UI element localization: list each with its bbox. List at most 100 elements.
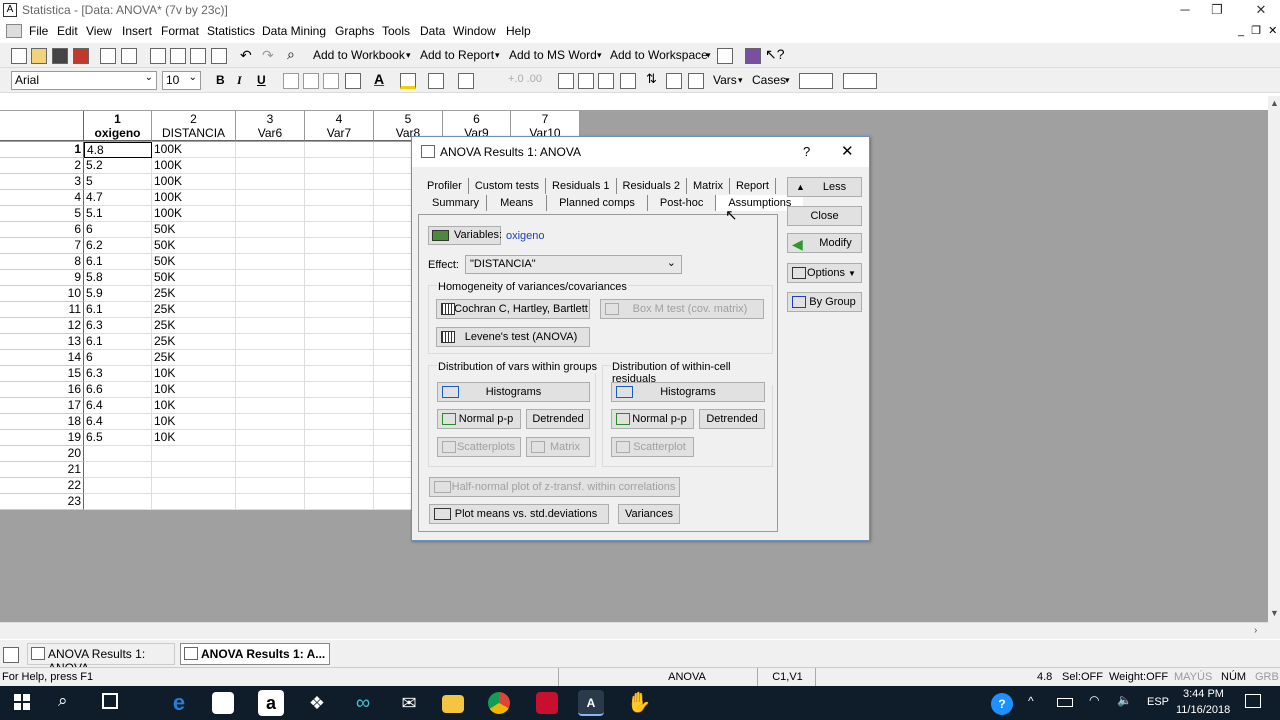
- fill-color-icon[interactable]: [400, 73, 416, 89]
- table-cell[interactable]: [236, 494, 305, 510]
- volume-icon[interactable]: 🔈: [1117, 693, 1132, 707]
- less-button[interactable]: ▲ Less: [787, 177, 862, 197]
- table-cell[interactable]: 5.2: [84, 158, 152, 174]
- row-header[interactable]: 2: [0, 158, 84, 174]
- chevron-down-icon[interactable]: ▾: [406, 50, 411, 61]
- chevron-down-icon[interactable]: ▾: [597, 50, 602, 61]
- table-cell[interactable]: 10K: [152, 366, 236, 382]
- border-icon[interactable]: [428, 73, 444, 89]
- chevron-up-icon[interactable]: ^: [1028, 694, 1034, 708]
- amazon-icon[interactable]: a: [258, 690, 284, 716]
- tab-residuals-2[interactable]: Residuals 2: [617, 178, 687, 194]
- pdf-icon[interactable]: [73, 48, 89, 64]
- clock-time[interactable]: 3:44 PM: [1183, 688, 1224, 700]
- battery-icon[interactable]: [1057, 698, 1073, 707]
- wifi-icon[interactable]: ◠: [1089, 693, 1099, 707]
- table-cell[interactable]: 6.1: [84, 254, 152, 270]
- print-icon[interactable]: [100, 48, 116, 64]
- row-header[interactable]: 8: [0, 254, 84, 270]
- table-cell[interactable]: 6.1: [84, 302, 152, 318]
- menu-format[interactable]: Format: [161, 24, 199, 38]
- undo-icon[interactable]: ↶: [240, 47, 252, 64]
- column-header-1[interactable]: 1 oxigeno: [84, 111, 152, 141]
- table-cell[interactable]: [305, 414, 374, 430]
- table-cell[interactable]: 6: [84, 222, 152, 238]
- table-cell[interactable]: [236, 158, 305, 174]
- table-cell[interactable]: 50K: [152, 222, 236, 238]
- table-cell[interactable]: [305, 318, 374, 334]
- chrome-icon[interactable]: [488, 692, 510, 714]
- sort-icon[interactable]: ⇅: [646, 71, 657, 87]
- row-header[interactable]: 20: [0, 446, 84, 462]
- corner-cell[interactable]: [0, 111, 84, 141]
- table-cell[interactable]: 25K: [152, 350, 236, 366]
- language-indicator[interactable]: ESP: [1147, 696, 1169, 708]
- window-tab-1[interactable]: ANOVA Results 1: ANOVA: [27, 643, 175, 675]
- table-cell[interactable]: [236, 478, 305, 494]
- table-cell[interactable]: 5.8: [84, 270, 152, 286]
- table-cell[interactable]: [305, 254, 374, 270]
- grid-select-icon[interactable]: [799, 73, 833, 89]
- table-cell[interactable]: 50K: [152, 270, 236, 286]
- table-cell[interactable]: 6.1: [84, 334, 152, 350]
- table-cell[interactable]: [305, 462, 374, 478]
- new-icon[interactable]: [11, 48, 27, 64]
- table-cell[interactable]: 5.1: [84, 206, 152, 222]
- row-header[interactable]: 13: [0, 334, 84, 350]
- align-right-icon[interactable]: [323, 73, 339, 89]
- table-cell[interactable]: [305, 366, 374, 382]
- close-window-button[interactable]: ✕: [1238, 0, 1280, 21]
- stats-icon[interactable]: [558, 73, 574, 89]
- app-switch-icon[interactable]: [3, 647, 19, 663]
- column-header-2[interactable]: 2 DISTANCIA: [152, 111, 236, 141]
- table-cell[interactable]: 10K: [152, 398, 236, 414]
- table-cell[interactable]: [236, 398, 305, 414]
- var-map-icon[interactable]: [688, 73, 704, 89]
- var-spec-icon[interactable]: [666, 73, 682, 89]
- tab-post-hoc[interactable]: Post-hoc: [648, 195, 717, 211]
- detrended-residuals-button[interactable]: Detrended: [699, 409, 765, 429]
- table-cell[interactable]: 5.9: [84, 286, 152, 302]
- hand-icon[interactable]: ✋: [626, 690, 652, 716]
- tab-residuals-1[interactable]: Residuals 1: [546, 178, 617, 194]
- table-cell[interactable]: 6.6: [84, 382, 152, 398]
- table-cell[interactable]: 25K: [152, 302, 236, 318]
- dropbox-icon[interactable]: ❖: [304, 690, 330, 716]
- row-header[interactable]: 4: [0, 190, 84, 206]
- effect-select[interactable]: "DISTANCIA" ⌄: [465, 255, 682, 274]
- vertical-scrollbar[interactable]: ▲ ▼: [1268, 96, 1280, 639]
- chevron-down-icon[interactable]: ▾: [706, 50, 711, 61]
- italic-button[interactable]: I: [237, 73, 242, 88]
- normal-pp-groups-button[interactable]: Normal p-p: [437, 409, 521, 429]
- table-cell[interactable]: [305, 446, 374, 462]
- window-tab-2[interactable]: ANOVA Results 1: A...: [180, 643, 330, 665]
- variances-button[interactable]: Variances: [618, 504, 680, 524]
- menu-data-mining[interactable]: Data Mining: [262, 24, 326, 38]
- table-cell[interactable]: 50K: [152, 254, 236, 270]
- tag-icon[interactable]: [458, 73, 474, 89]
- menu-window[interactable]: Window: [453, 24, 496, 38]
- table-cell[interactable]: [236, 382, 305, 398]
- search-icon[interactable]: ⌕: [58, 691, 68, 711]
- table-cell[interactable]: [305, 190, 374, 206]
- chevron-down-icon[interactable]: ▾: [738, 75, 743, 86]
- windows-start-icon[interactable]: [14, 694, 30, 710]
- row-header[interactable]: 22: [0, 478, 84, 494]
- table-cell[interactable]: 6.4: [84, 414, 152, 430]
- tab-matrix[interactable]: Matrix: [687, 178, 730, 194]
- cut-icon[interactable]: [150, 48, 166, 64]
- row-header[interactable]: 17: [0, 398, 84, 414]
- table-cell[interactable]: [305, 158, 374, 174]
- table-cell[interactable]: [236, 238, 305, 254]
- table-cell[interactable]: [236, 142, 305, 158]
- lock-icon[interactable]: [620, 73, 636, 89]
- mdi-controls[interactable]: _ ❐ ✕: [1238, 24, 1279, 37]
- table-cell[interactable]: [305, 270, 374, 286]
- restore-button[interactable]: ❐: [1194, 0, 1240, 21]
- tab-custom-tests[interactable]: Custom tests: [469, 178, 547, 194]
- menu-edit[interactable]: Edit: [57, 24, 78, 38]
- mail-icon[interactable]: ✉: [396, 690, 422, 716]
- table-cell[interactable]: [236, 334, 305, 350]
- table-cell[interactable]: 6.5: [84, 430, 152, 446]
- table-cell[interactable]: [236, 222, 305, 238]
